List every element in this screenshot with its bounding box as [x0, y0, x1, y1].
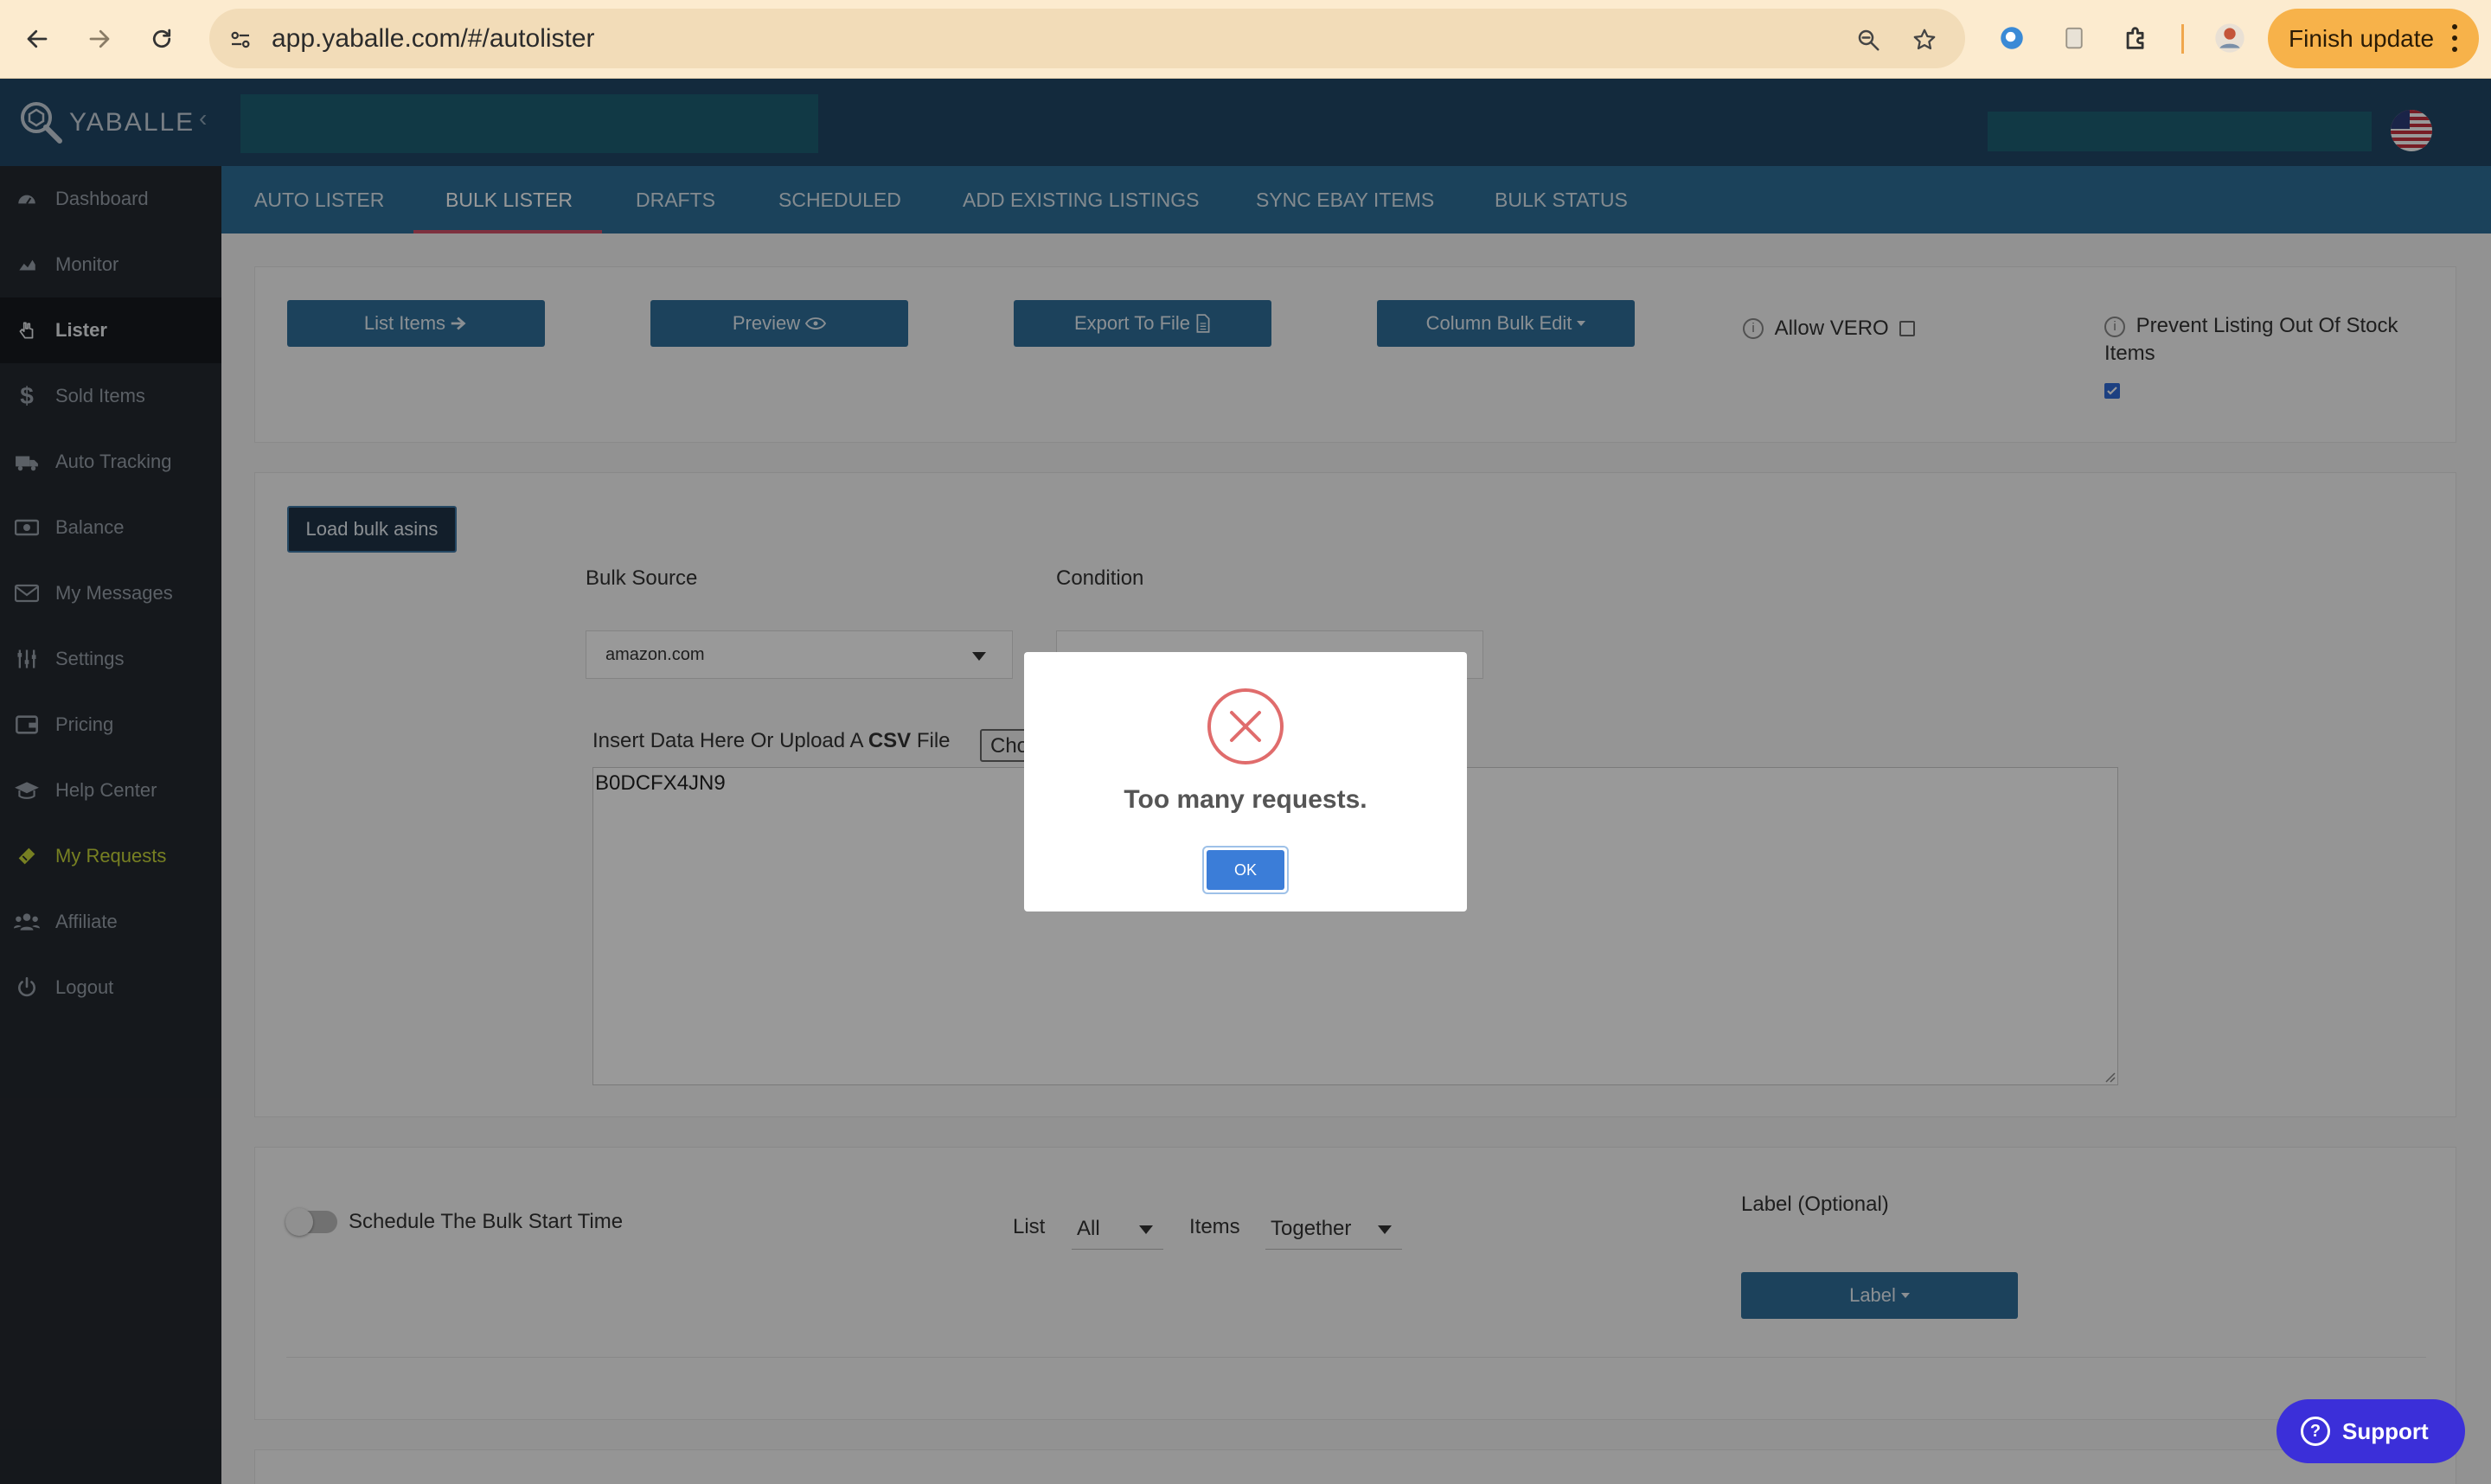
- reload-icon: [152, 29, 171, 48]
- finish-update-button[interactable]: Finish update: [2268, 9, 2479, 68]
- ok-button[interactable]: OK: [1202, 846, 1289, 894]
- kebab-menu-icon: [2451, 24, 2458, 52]
- address-bar[interactable]: app.yaballe.com/#/autolister: [209, 9, 1965, 68]
- extension-search-icon[interactable]: [1995, 21, 2029, 55]
- error-x-icon: [1207, 688, 1284, 764]
- error-dialog: Too many requests. OK: [1024, 652, 1467, 912]
- finish-update-label: Finish update: [2289, 24, 2435, 52]
- url-text: app.yaballe.com/#/autolister: [272, 24, 595, 53]
- arrow-left-icon: [27, 29, 48, 48]
- zoom-icon[interactable]: [1853, 24, 1884, 55]
- support-label: Support: [2342, 1417, 2429, 1444]
- reload-button[interactable]: [140, 17, 183, 61]
- profile-avatar-icon[interactable]: [2212, 21, 2247, 55]
- back-button[interactable]: [16, 17, 59, 61]
- extensions-puzzle-icon[interactable]: [2119, 21, 2154, 55]
- ok-button-label: OK: [1207, 850, 1284, 890]
- forward-button[interactable]: [78, 17, 121, 61]
- bookmark-star-icon[interactable]: [1909, 24, 1940, 55]
- extension-doc-icon[interactable]: [2057, 21, 2091, 55]
- dialog-title: Too many requests.: [1124, 785, 1367, 814]
- support-button[interactable]: ? Support: [2276, 1399, 2465, 1463]
- arrow-right-icon: [89, 29, 110, 48]
- site-info-icon[interactable]: [225, 24, 256, 55]
- help-circle-icon: ?: [2301, 1417, 2330, 1446]
- browser-toolbar: app.yaballe.com/#/autolister Finish upda…: [0, 0, 2491, 79]
- toolbar-divider: [2181, 24, 2184, 54]
